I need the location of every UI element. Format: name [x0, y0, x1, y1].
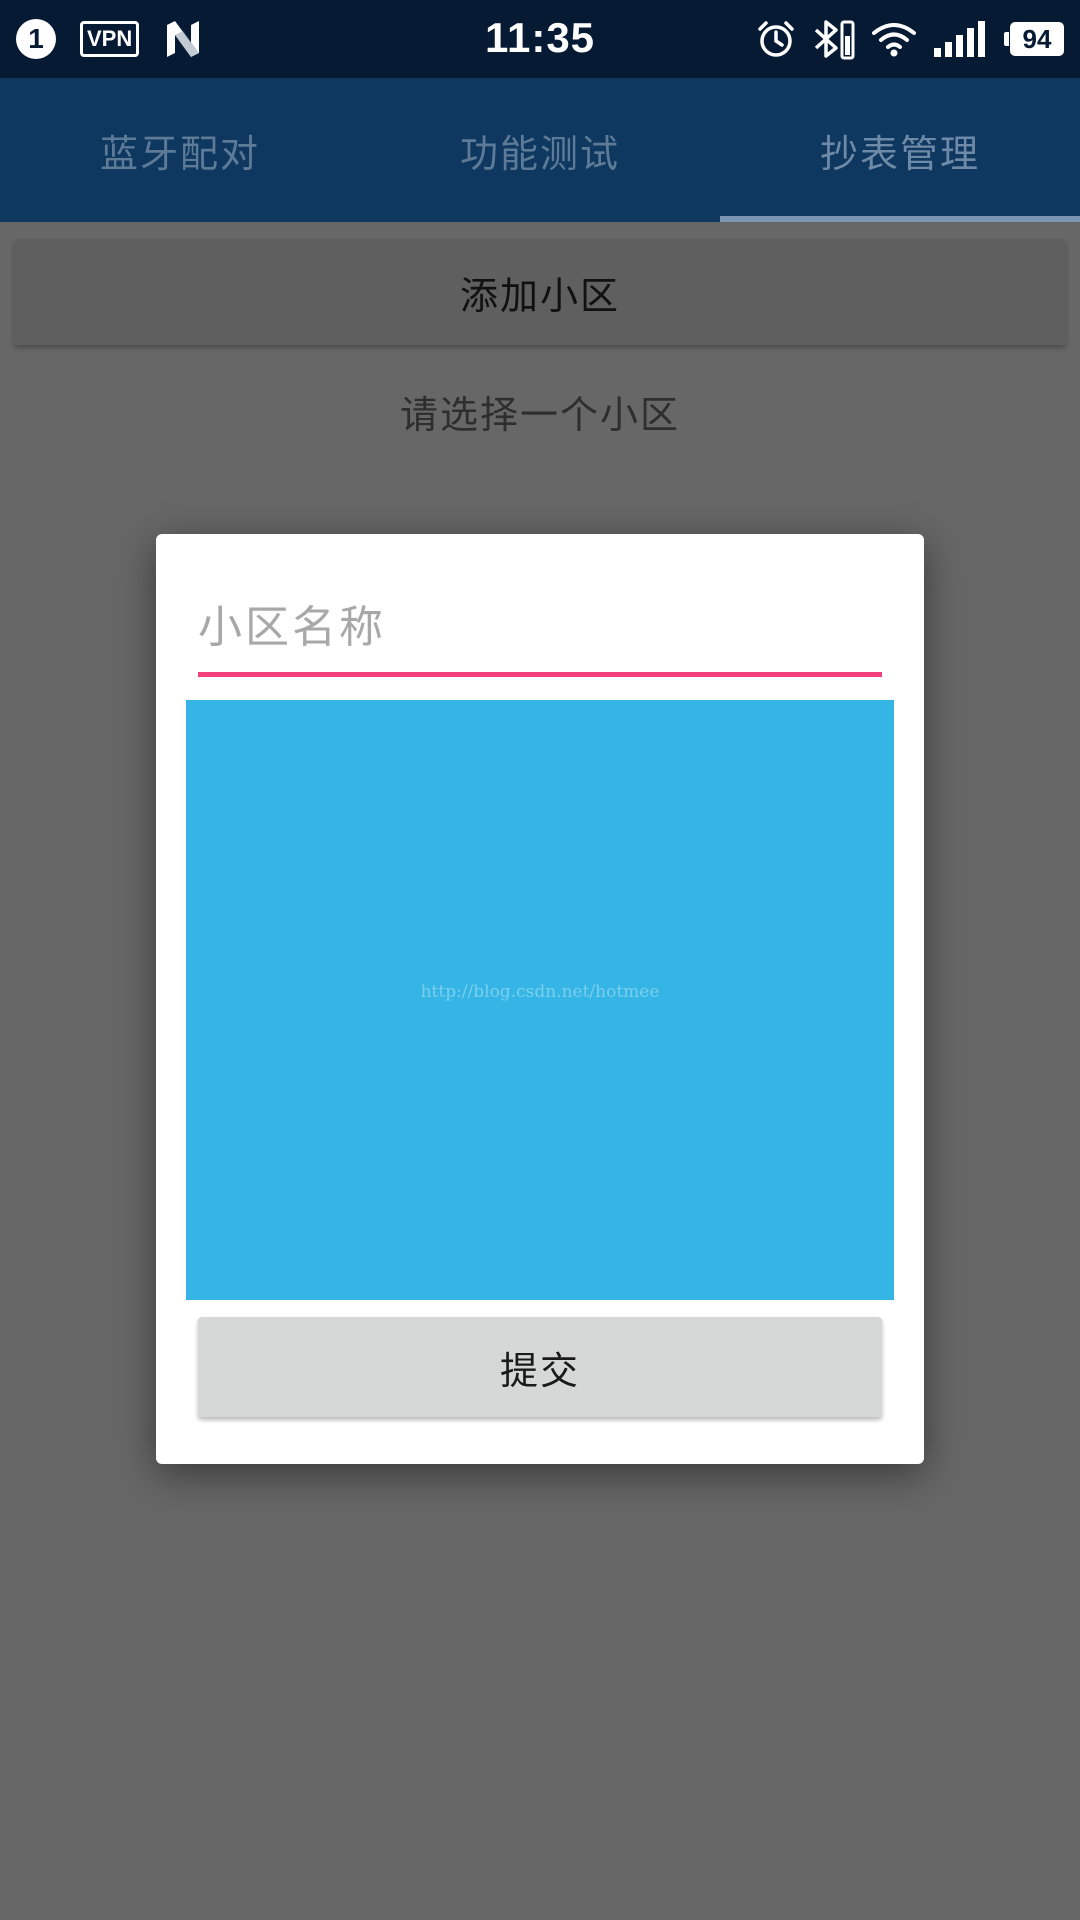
image-watermark: http://blog.csdn.net/hotmee: [420, 982, 660, 1002]
wifi-icon: [872, 23, 916, 57]
tab-meter-reading-management[interactable]: 抄表管理: [720, 78, 1080, 222]
alarm-icon: [758, 21, 794, 57]
status-bar: 1 VPN 11:35 94: [0, 0, 1080, 78]
tab-bluetooth-pairing[interactable]: 蓝牙配对: [0, 78, 360, 222]
battery-icon: 94: [1004, 22, 1064, 56]
tab-label: 功能测试: [459, 131, 620, 176]
image-placeholder: http://blog.csdn.net/hotmee: [186, 700, 894, 1300]
battery-level: 94: [1010, 22, 1064, 56]
add-community-dialog: http://blog.csdn.net/hotmee 提交: [156, 534, 924, 1464]
submit-button[interactable]: 提交: [198, 1317, 882, 1417]
active-tab-indicator: [720, 216, 1080, 222]
community-name-input[interactable]: [198, 592, 882, 662]
tab-bar: 蓝牙配对 功能测试 抄表管理: [0, 78, 1080, 222]
input-underline: [198, 672, 882, 677]
bluetooth-icon: [814, 20, 855, 60]
tab-label: 抄表管理: [819, 131, 980, 176]
add-community-button[interactable]: 添加小区: [14, 239, 1066, 345]
tab-label: 蓝牙配对: [99, 131, 260, 176]
status-bar-right: 94: [756, 18, 1064, 60]
select-community-hint: 请选择一个小区: [399, 393, 680, 437]
tab-function-test[interactable]: 功能测试: [360, 78, 720, 222]
battery-cap: [1004, 32, 1009, 46]
signal-icon: [934, 21, 985, 57]
